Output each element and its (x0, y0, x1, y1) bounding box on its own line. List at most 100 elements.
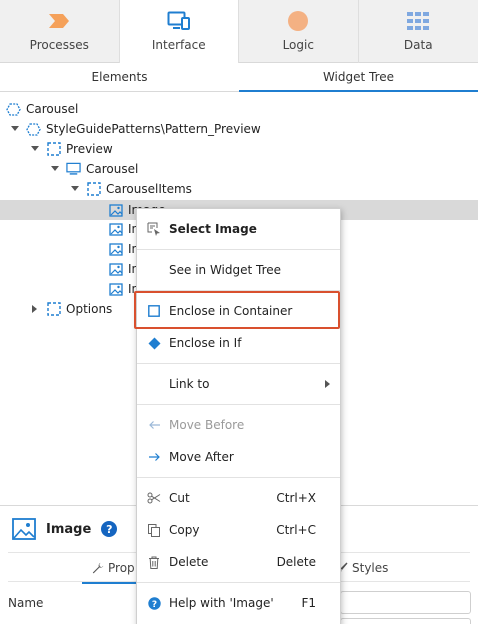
menu-item-label: Cut (169, 491, 190, 505)
caret-down-icon[interactable] (10, 124, 20, 134)
menu-item-label: Move After (169, 450, 234, 464)
tab-widget-tree[interactable]: Widget Tree (239, 63, 478, 92)
image-icon (108, 203, 123, 217)
placeholder-icon (46, 142, 61, 156)
menu-item-label: Link to (169, 377, 210, 391)
menu-separator (137, 363, 340, 364)
menu-item-see-in-widget-tree[interactable]: See in Widget Tree (137, 256, 340, 284)
menu-item-shortcut: Ctrl+C (276, 523, 316, 537)
placeholder-icon (86, 182, 101, 196)
name-field[interactable] (340, 591, 471, 614)
tab-widget-tree-label: Widget Tree (322, 70, 395, 84)
menu-item-label: Enclose in If (169, 336, 242, 350)
menu-item-link-to[interactable]: Link to (137, 370, 340, 398)
placeholder-icon (46, 302, 61, 316)
tab-interface-label: Interface (151, 38, 206, 52)
menu-item-label: Copy (169, 523, 200, 537)
menu-item-shortcut: Delete (276, 555, 316, 569)
tab-properties-label: Prop (108, 561, 135, 575)
menu-item-label: Move Before (169, 418, 245, 432)
tree-label: Preview (66, 142, 113, 156)
tree-item-preview[interactable]: Preview (30, 139, 113, 159)
copy-icon (147, 523, 161, 537)
tab-elements-label: Elements (91, 70, 148, 84)
tab-interface[interactable]: Interface (119, 0, 239, 64)
menu-item-move-after[interactable]: Move After (137, 443, 340, 471)
if-icon (147, 336, 161, 350)
top-tab-bar: Processes Interface Logic Data (0, 0, 478, 64)
caret-down-icon[interactable] (50, 164, 60, 174)
menu-item-label: Delete (169, 555, 209, 569)
tree-label: Options (66, 302, 113, 316)
block-icon (26, 122, 41, 136)
tab-processes[interactable]: Processes (0, 0, 120, 63)
tree-item-image[interactable]: In (108, 219, 139, 239)
caret-down-icon[interactable] (30, 144, 40, 154)
tab-properties[interactable]: Prop (82, 561, 145, 584)
tab-logic[interactable]: Logic (239, 0, 359, 63)
image-icon (108, 222, 123, 236)
image-icon (12, 518, 36, 540)
tab-styles-label: Styles (352, 561, 389, 575)
data-icon (406, 9, 430, 33)
menu-item-shortcut: F1 (301, 596, 316, 610)
name-label: Name (8, 596, 44, 610)
caret-right-icon[interactable] (30, 304, 40, 314)
menu-item-move-before[interactable]: Move Before (137, 411, 340, 439)
menu-separator (137, 477, 340, 478)
menu-item-label: Enclose in Container (169, 304, 293, 318)
context-menu: Select Image See in Widget Tree Enclose … (134, 208, 341, 624)
tree-item-options[interactable]: Options (30, 299, 112, 319)
menu-item-cut[interactable]: Cut Ctrl+X (137, 484, 340, 512)
tab-data[interactable]: Data (359, 0, 478, 63)
image-icon (108, 242, 123, 256)
caret-down-icon[interactable] (70, 184, 80, 194)
menu-item-enclose-in-container[interactable]: Enclose in Container (137, 297, 340, 325)
svg-text:?: ? (151, 600, 156, 610)
menu-item-select-image[interactable]: Select Image (137, 215, 340, 243)
submenu-arrow-icon (325, 380, 330, 388)
logic-icon (286, 9, 310, 33)
menu-item-shortcut: Ctrl+X (276, 491, 316, 505)
menu-item-delete[interactable]: Delete Delete (137, 548, 340, 576)
menu-item-help[interactable]: ? Help with 'Image' F1 (137, 589, 340, 617)
tree-label: Carousel (26, 102, 79, 116)
scissors-icon (147, 491, 161, 505)
tree-item-block[interactable]: StyleGuidePatterns\Pattern_Preview (10, 119, 261, 139)
processes-icon (47, 9, 71, 33)
image-icon (108, 282, 123, 296)
properties-title-label: Image (46, 521, 92, 537)
tree-item-carousel-items[interactable]: CarouselItems (70, 179, 192, 199)
tab-processes-label: Processes (29, 38, 89, 52)
container-icon (147, 304, 161, 318)
web-block-icon (66, 162, 81, 176)
properties-title: Image ? (12, 518, 118, 540)
tab-elements[interactable]: Elements (0, 63, 239, 91)
select-icon (147, 222, 161, 236)
interface-icon (167, 9, 191, 33)
menu-separator (137, 404, 340, 405)
menu-item-copy[interactable]: Copy Ctrl+C (137, 516, 340, 544)
menu-item-enclose-in-if[interactable]: Enclose in If (137, 329, 340, 357)
tree-item-image[interactable]: In (108, 259, 139, 279)
menu-item-label: Select Image (169, 222, 257, 236)
tree-label: Carousel (86, 162, 139, 176)
tab-data-label: Data (403, 38, 433, 52)
help-icon: ? (147, 596, 161, 610)
tree-label: CarouselItems (106, 182, 192, 196)
image-icon (108, 262, 123, 276)
block-icon (6, 102, 21, 116)
tree-item-image[interactable]: In (108, 239, 139, 259)
tree-item-carousel[interactable]: Carousel (50, 159, 138, 179)
property-field[interactable] (340, 618, 471, 624)
menu-separator (137, 249, 340, 250)
tab-logic-label: Logic (282, 38, 314, 52)
tab-styles[interactable]: Styles (338, 561, 388, 575)
menu-item-label: See in Widget Tree (169, 263, 282, 277)
trash-icon (147, 555, 161, 569)
help-icon[interactable]: ? (101, 521, 118, 537)
tree-item-carousel-root[interactable]: Carousel (6, 99, 78, 119)
sub-tab-bar: Elements Widget Tree (0, 63, 478, 92)
arrow-right-icon (147, 450, 161, 464)
menu-item-label: Help with 'Image' (169, 596, 274, 610)
